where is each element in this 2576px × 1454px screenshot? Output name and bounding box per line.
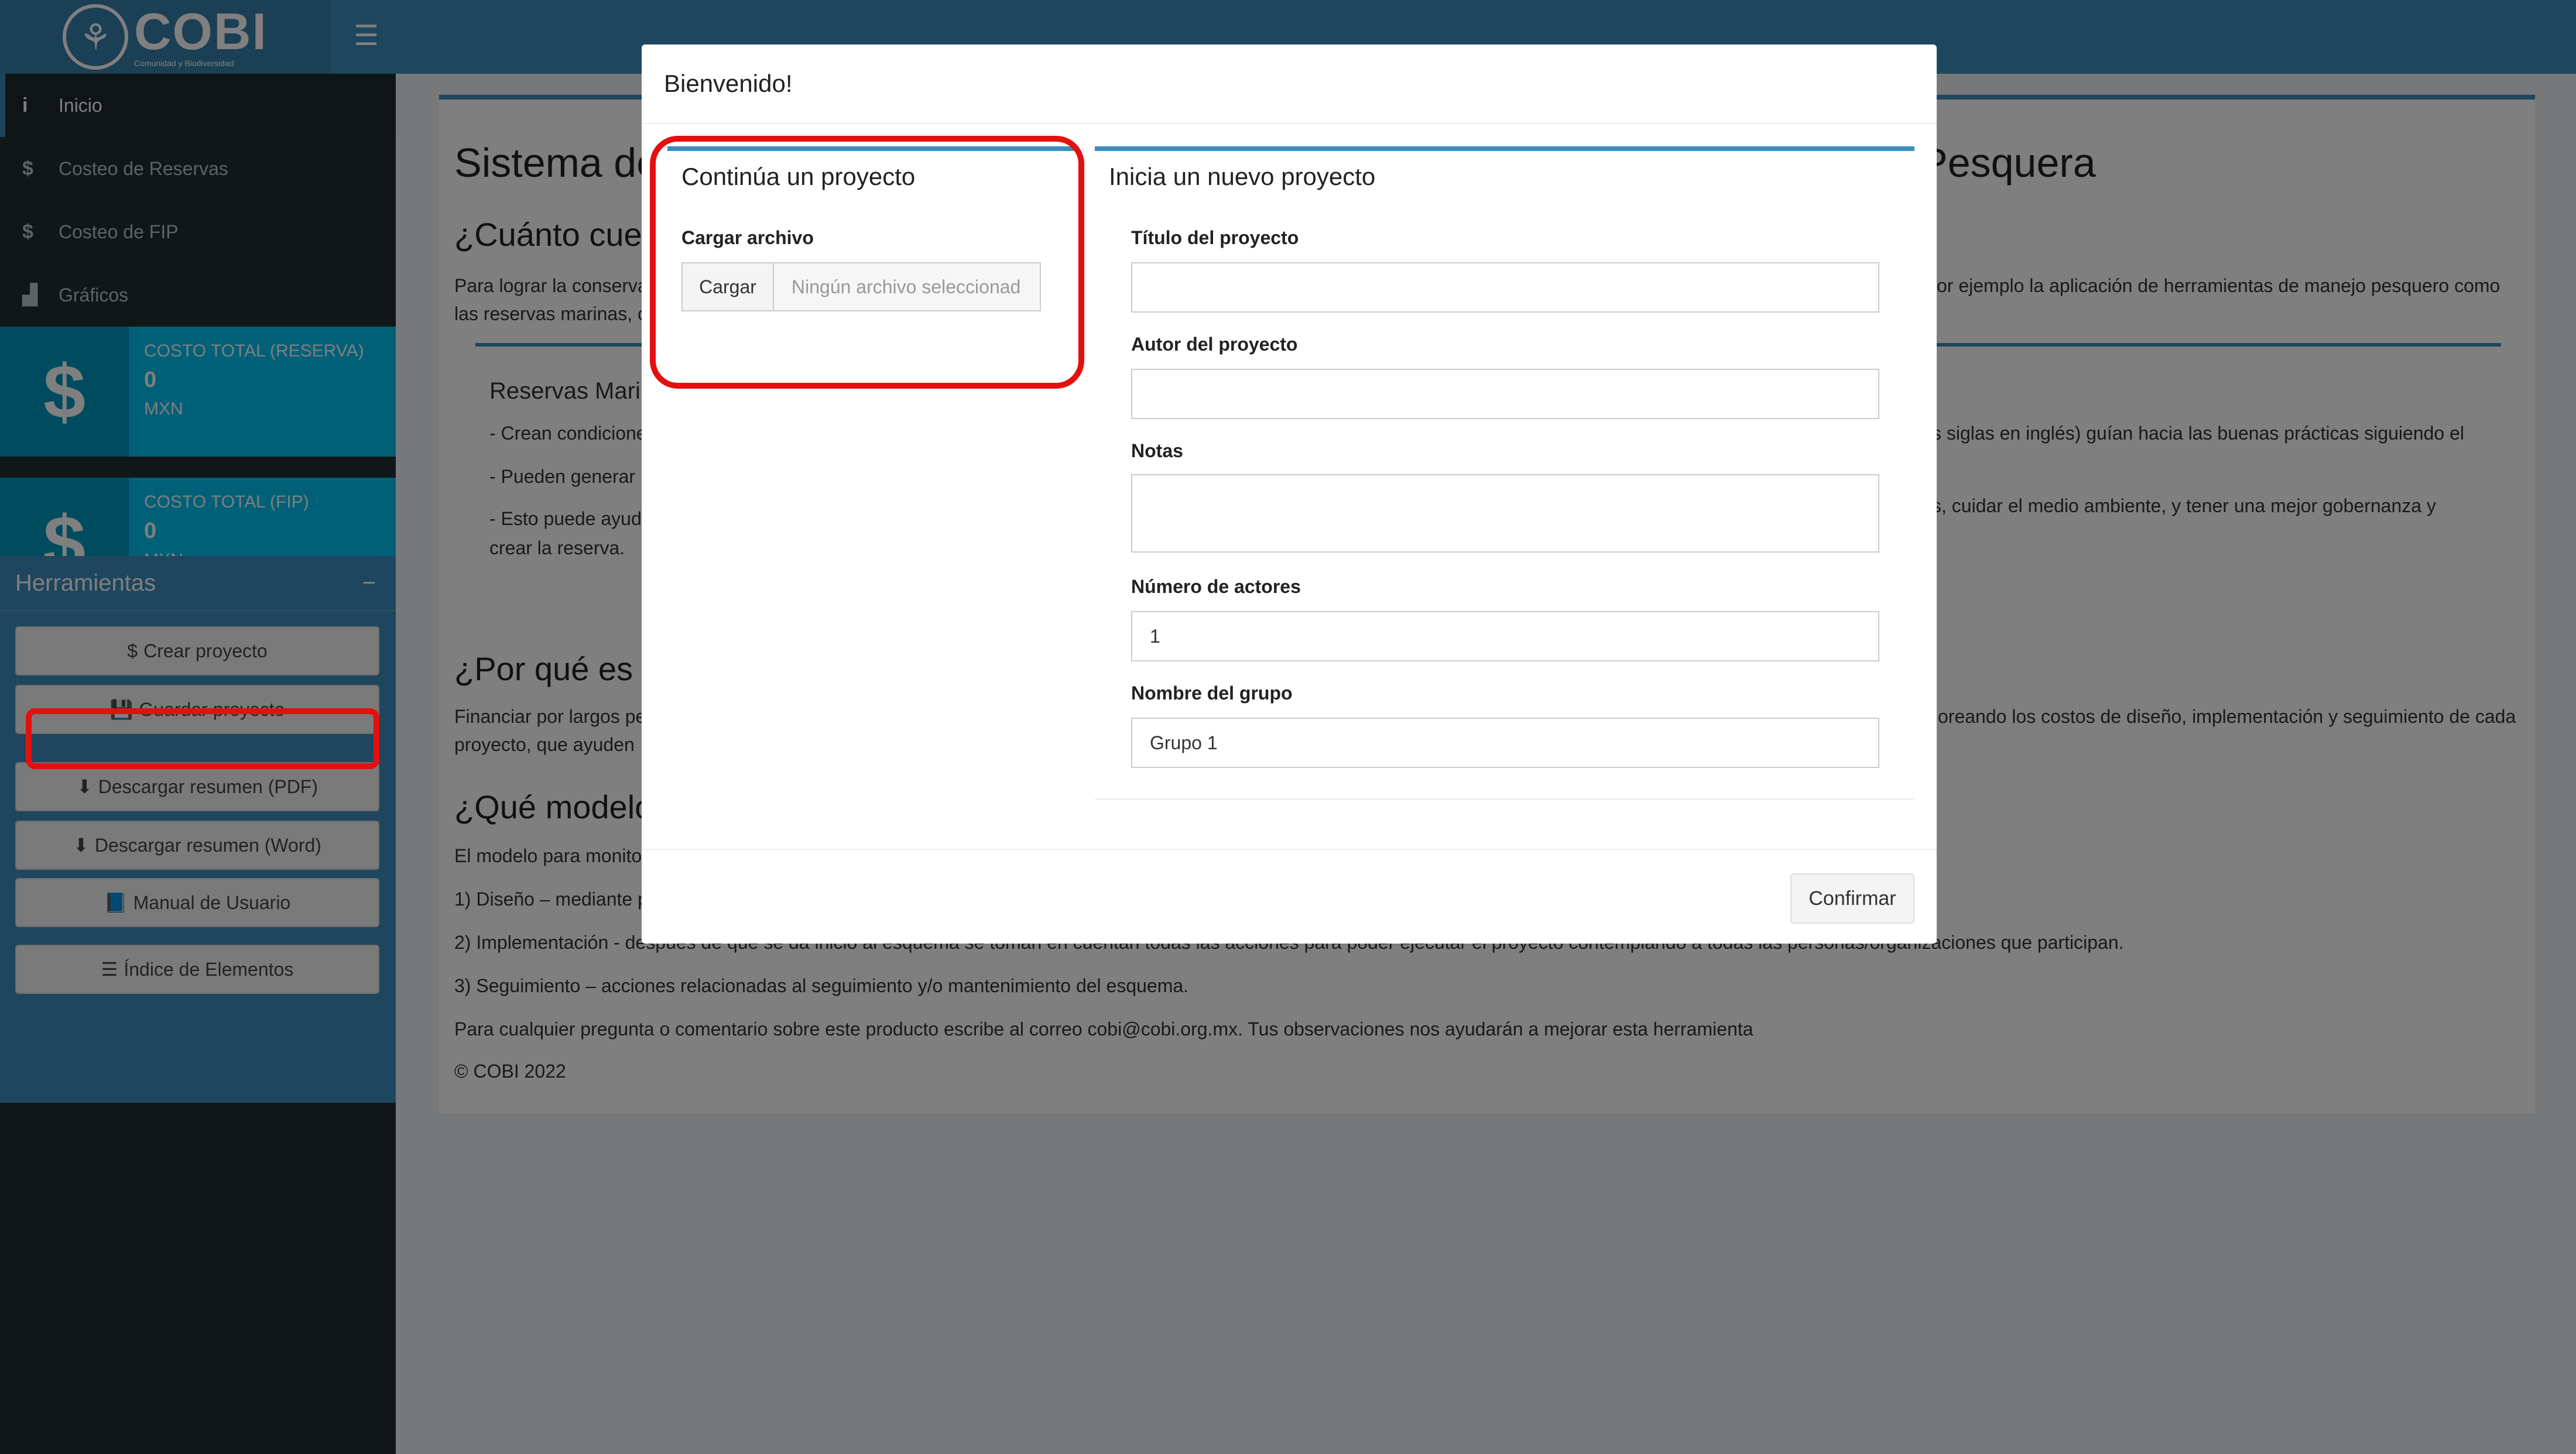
- field-label: Título del proyecto: [1131, 227, 1299, 248]
- project-title-input[interactable]: [1131, 262, 1879, 313]
- group-name-input[interactable]: Grupo 1: [1131, 718, 1879, 768]
- new-project-panel: Inicia un nuevo proyecto Título del proy…: [1095, 146, 1914, 800]
- field-label: Notas: [1131, 440, 1183, 461]
- confirm-button[interactable]: Confirmar: [1790, 873, 1914, 924]
- project-author-input[interactable]: [1131, 369, 1879, 419]
- modal-title: Bienvenido!: [642, 44, 1937, 124]
- notes-textarea[interactable]: [1131, 474, 1879, 553]
- highlight-create-project: [26, 708, 379, 769]
- actors-count-input[interactable]: 1: [1131, 611, 1879, 661]
- panel-title: Inicia un nuevo proyecto: [1109, 163, 1376, 190]
- field-label: Número de actores: [1131, 576, 1301, 597]
- field-label: Nombre del grupo: [1131, 683, 1293, 704]
- highlight-continue-project: [650, 136, 1084, 389]
- welcome-modal: Bienvenido! Continúa un proyecto Cargar …: [642, 44, 1937, 944]
- modal-footer: Confirmar: [642, 849, 1937, 944]
- field-label: Autor del proyecto: [1131, 334, 1298, 355]
